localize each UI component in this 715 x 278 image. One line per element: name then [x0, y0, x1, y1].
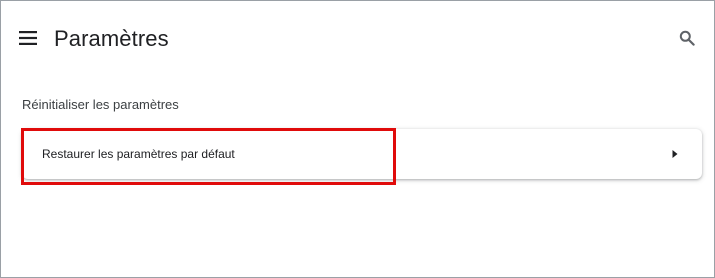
restore-defaults-row[interactable]: Restaurer les paramètres par défaut — [22, 129, 702, 179]
settings-page: Paramètres Réinitialiser les paramètres … — [0, 0, 715, 278]
page-title: Paramètres — [54, 26, 169, 51]
hamburger-menu-icon — [19, 31, 37, 45]
arrow-right-icon — [672, 150, 678, 158]
restore-defaults-label: Restaurer les paramètres par défaut — [42, 147, 235, 161]
reset-settings-card: Restaurer les paramètres par défaut — [22, 129, 702, 179]
main-menu-button[interactable] — [17, 27, 39, 49]
toolbar: Paramètres — [1, 1, 714, 73]
section-title-reset: Réinitialiser les paramètres — [22, 97, 179, 112]
search-button[interactable] — [677, 28, 697, 48]
search-icon — [679, 30, 695, 46]
